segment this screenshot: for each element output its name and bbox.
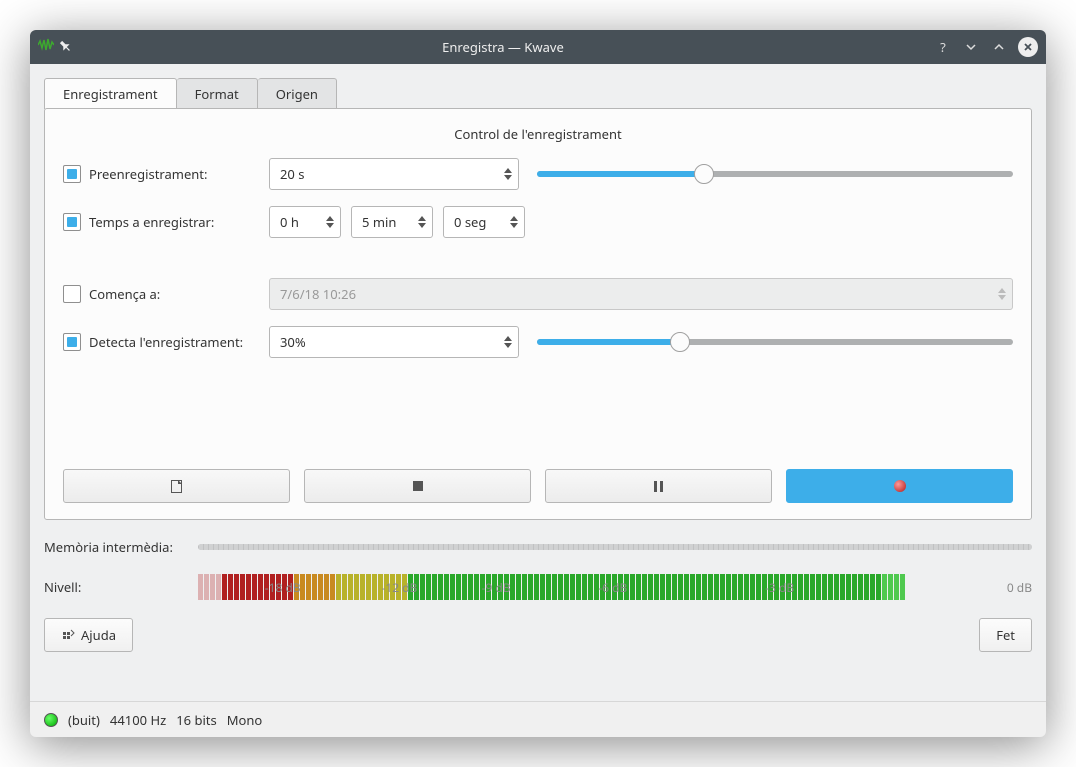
record-icon <box>894 480 906 492</box>
status-bits: 16 bits <box>176 711 217 729</box>
titlebar: Enregistra — Kwave ? <box>30 30 1046 64</box>
help-titlebar-icon[interactable]: ? <box>934 38 952 56</box>
level-label: Nivell: <box>44 578 184 596</box>
group-title: Control de l'enregistrament <box>63 121 1013 157</box>
window-title: Enregistra — Kwave <box>72 38 934 56</box>
detect-row: Detecta l'enregistrament: 30% <box>63 325 1013 359</box>
start-at-checkbox[interactable] <box>63 285 81 303</box>
status-rate: 44100 Hz <box>110 711 166 729</box>
start-at-field: 7/6/18 10:26 <box>269 278 1013 310</box>
detect-spinbox[interactable]: 30% <box>269 326 519 358</box>
close-icon[interactable] <box>1018 37 1038 57</box>
tab-row: Enregistrament Format Origen <box>44 78 1032 109</box>
help-icon <box>61 628 75 642</box>
minimize-icon[interactable] <box>962 38 980 56</box>
record-time-row: Temps a enregistrar: 0 h 5 min 0 seg <box>63 205 1013 239</box>
buffer-row: Memòria intermèdia: <box>44 538 1032 556</box>
new-icon <box>171 480 182 493</box>
minutes-spinbox[interactable]: 5 min <box>351 206 433 238</box>
tab-format[interactable]: Format <box>177 78 258 109</box>
prerecord-row: Preenregistrament: 20 s <box>63 157 1013 191</box>
hours-spinbox[interactable]: 0 h <box>269 206 341 238</box>
maximize-icon[interactable] <box>990 38 1008 56</box>
help-button[interactable]: Ajuda <box>44 618 133 652</box>
app-icon <box>38 38 54 57</box>
stop-icon <box>413 481 423 491</box>
prerecord-label: Preenregistrament: <box>89 165 207 183</box>
pause-button[interactable] <box>545 469 772 503</box>
tab-recording[interactable]: Enregistrament <box>44 78 177 109</box>
record-time-checkbox[interactable] <box>63 213 81 231</box>
detect-label: Detecta l'enregistrament: <box>89 333 243 351</box>
pause-icon <box>654 481 663 492</box>
seconds-spinbox[interactable]: 0 seg <box>443 206 525 238</box>
buffer-label: Memòria intermèdia: <box>44 538 184 556</box>
record-button[interactable] <box>786 469 1013 503</box>
statusbar: (buit) 44100 Hz 16 bits Mono <box>30 701 1046 737</box>
new-button[interactable] <box>63 469 290 503</box>
stop-button[interactable] <box>304 469 531 503</box>
status-led-icon <box>44 713 58 727</box>
start-at-row: Comença a: 7/6/18 10:26 <box>63 277 1013 311</box>
start-at-label: Comença a: <box>89 285 160 303</box>
slider-thumb[interactable] <box>694 164 714 184</box>
slider-thumb[interactable] <box>670 332 690 352</box>
status-channels: Mono <box>227 711 263 729</box>
done-button[interactable]: Fet <box>979 618 1032 652</box>
level-meter: -18 dB -12 dB -9 dB -6 dB -3 dB 0 dB <box>198 574 1032 600</box>
prerecord-checkbox[interactable] <box>63 165 81 183</box>
recording-control-group: Control de l'enregistrament Preenregistr… <box>44 108 1032 520</box>
detect-slider[interactable] <box>537 339 1013 345</box>
tab-source[interactable]: Origen <box>258 78 337 109</box>
prerecord-slider[interactable] <box>537 171 1013 177</box>
prerecord-spinbox[interactable]: 20 s <box>269 158 519 190</box>
level-row: Nivell: -18 dB -12 dB -9 dB -6 dB -3 dB … <box>44 574 1032 600</box>
spin-up-icon[interactable] <box>504 168 512 173</box>
status-empty: (buit) <box>68 711 100 729</box>
record-time-label: Temps a enregistrar: <box>89 213 214 231</box>
spin-down-icon[interactable] <box>504 175 512 180</box>
buffer-progress <box>198 544 1032 550</box>
detect-checkbox[interactable] <box>63 333 81 351</box>
